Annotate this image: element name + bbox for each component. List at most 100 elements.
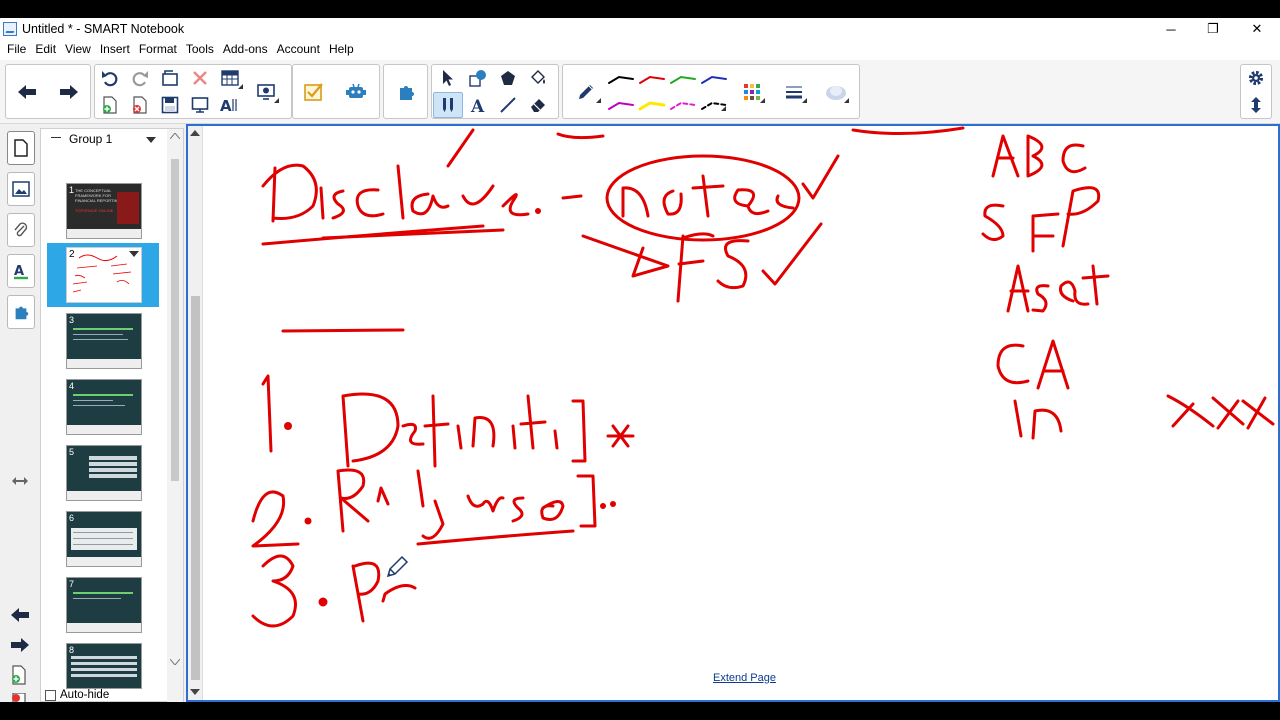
extend-page-link[interactable]: Extend Page [713, 672, 776, 684]
save-button[interactable] [155, 92, 185, 118]
text-tool-button[interactable]: A [463, 92, 493, 118]
pen-stroke-icon [701, 75, 727, 84]
page-number: 6 [69, 513, 75, 523]
menu-edit[interactable]: Edit [32, 40, 59, 60]
page-thumbnail-6[interactable]: 6 [47, 507, 159, 571]
delete-button[interactable] [185, 65, 215, 91]
page-sorter-panel: Group 1 1 THE CONCEPTUAL FRAMEWORK FOR F… [40, 128, 184, 703]
menu-insert[interactable]: Insert [97, 40, 133, 60]
previous-page-side-button[interactable] [9, 606, 31, 627]
page-thumbnail-3[interactable]: 3 [47, 309, 159, 373]
pen-color-4[interactable] [700, 73, 728, 87]
table-button[interactable] [215, 65, 245, 91]
properties-tab[interactable]: A [7, 254, 35, 288]
pen-color-1[interactable] [607, 73, 635, 87]
page-thumbnail-1[interactable]: 1 THE CONCEPTUAL FRAMEWORK FOR FINANCIAL… [47, 179, 159, 243]
undo-button[interactable] [95, 65, 125, 91]
next-page-side-button[interactable] [9, 636, 31, 657]
pen-color-8[interactable] [700, 99, 728, 113]
page-sorter-tab[interactable] [7, 131, 35, 165]
back-arrow-icon [18, 85, 36, 99]
page-thumbnail-5[interactable]: 5 [47, 441, 159, 505]
auto-hide-option[interactable]: Auto-hide [45, 689, 109, 701]
menu-file[interactable]: File [4, 40, 29, 60]
menu-view[interactable]: View [62, 40, 94, 60]
document-camera-button[interactable] [251, 79, 281, 105]
menu-tools[interactable]: Tools [183, 40, 217, 60]
pen-color-7[interactable] [669, 99, 697, 113]
shapes-tool-button[interactable] [463, 65, 493, 91]
minimize-button[interactable]: ─ [1150, 18, 1192, 40]
screen-border-bottom [0, 702, 1280, 720]
full-screen-button[interactable] [185, 92, 215, 118]
color-grid-icon [744, 84, 760, 100]
gear-icon [1248, 70, 1264, 86]
next-page-button[interactable] [54, 79, 84, 105]
move-toolbar-button[interactable] [1241, 92, 1271, 118]
scroll-up-icon [190, 130, 200, 136]
canvas-scrollbar-thumb[interactable] [191, 296, 200, 680]
attachments-tab[interactable] [7, 213, 35, 247]
customize-toolbar-button[interactable] [1241, 65, 1271, 91]
polygon-tool-button[interactable] [493, 65, 523, 91]
screen-shade-icon [162, 70, 178, 86]
polygon-icon [501, 71, 515, 85]
handwriting-ink-layer[interactable] [203, 126, 1278, 700]
close-button[interactable]: ✕ [1236, 18, 1278, 40]
gallery-tab[interactable] [7, 172, 35, 206]
line-style-icon [786, 86, 802, 99]
pen-color-2[interactable] [638, 73, 666, 87]
pen-color-6[interactable] [638, 99, 666, 113]
color-palette-button[interactable] [737, 79, 767, 105]
redo-button[interactable] [125, 65, 155, 91]
notebook-canvas[interactable]: Extend Page [186, 124, 1280, 702]
text-recognize-button[interactable]: A [215, 92, 245, 118]
scrollbar-thumb[interactable] [171, 159, 179, 481]
previous-page-button[interactable] [12, 79, 42, 105]
page-sorter-scrollbar[interactable] [167, 129, 183, 703]
page-thumbnail-7[interactable]: 7 [47, 573, 159, 637]
title-bar: Untitled * - SMART Notebook ─ ❐ ✕ [0, 18, 1280, 40]
undo-icon [102, 71, 118, 87]
resize-handle-icon[interactable] [11, 475, 29, 489]
page-number: 4 [69, 381, 75, 391]
add-page-side-button[interactable] [10, 665, 28, 688]
menu-add-ons[interactable]: Add-ons [220, 40, 271, 60]
add-ons-button[interactable] [391, 79, 421, 105]
delete-page-icon [133, 96, 147, 114]
pen-color-5[interactable] [607, 99, 635, 113]
activity-builder-button[interactable] [341, 79, 371, 105]
toolbar-settings-group [1240, 64, 1272, 119]
menu-format[interactable]: Format [136, 40, 180, 60]
lines-tool-button[interactable] [493, 92, 523, 118]
eraser-tool-button[interactable] [523, 92, 553, 118]
puzzle-icon [15, 306, 29, 320]
line-style-button[interactable] [779, 79, 809, 105]
collapse-minus-icon[interactable] [51, 137, 61, 138]
screen-shade-button[interactable] [155, 65, 185, 91]
page-thumbnail-4[interactable]: 4 [47, 375, 159, 439]
group-header[interactable]: Group 1 [41, 129, 169, 159]
menu-help[interactable]: Help [326, 40, 357, 60]
pen-tool-button[interactable] [433, 92, 463, 118]
add-page-button[interactable] [95, 92, 125, 118]
delete-page-button[interactable] [125, 92, 155, 118]
add-ons-tab[interactable] [7, 295, 35, 329]
group-label: Group 1 [69, 132, 113, 146]
maximize-button[interactable]: ❐ [1192, 18, 1234, 40]
page-number: 7 [69, 579, 75, 589]
fill-effects-button[interactable] [821, 79, 851, 105]
scroll-down-icon [170, 659, 180, 665]
canvas-scrollbar[interactable] [188, 126, 203, 700]
pen-type-button[interactable] [569, 79, 603, 105]
menu-bar: File Edit View Insert Format Tools Add-o… [0, 40, 1280, 60]
menu-account[interactable]: Account [274, 40, 323, 60]
page-thumbnail-2[interactable]: 2 [47, 243, 159, 307]
pen-color-3[interactable] [669, 73, 697, 87]
page-icon [14, 139, 28, 157]
auto-hide-checkbox[interactable] [45, 689, 56, 701]
response-button[interactable] [299, 79, 329, 105]
smart-notebook-window: Untitled * - SMART Notebook ─ ❐ ✕ File E… [0, 18, 1280, 704]
select-tool-button[interactable] [433, 65, 463, 91]
fill-tool-button[interactable] [523, 65, 553, 91]
